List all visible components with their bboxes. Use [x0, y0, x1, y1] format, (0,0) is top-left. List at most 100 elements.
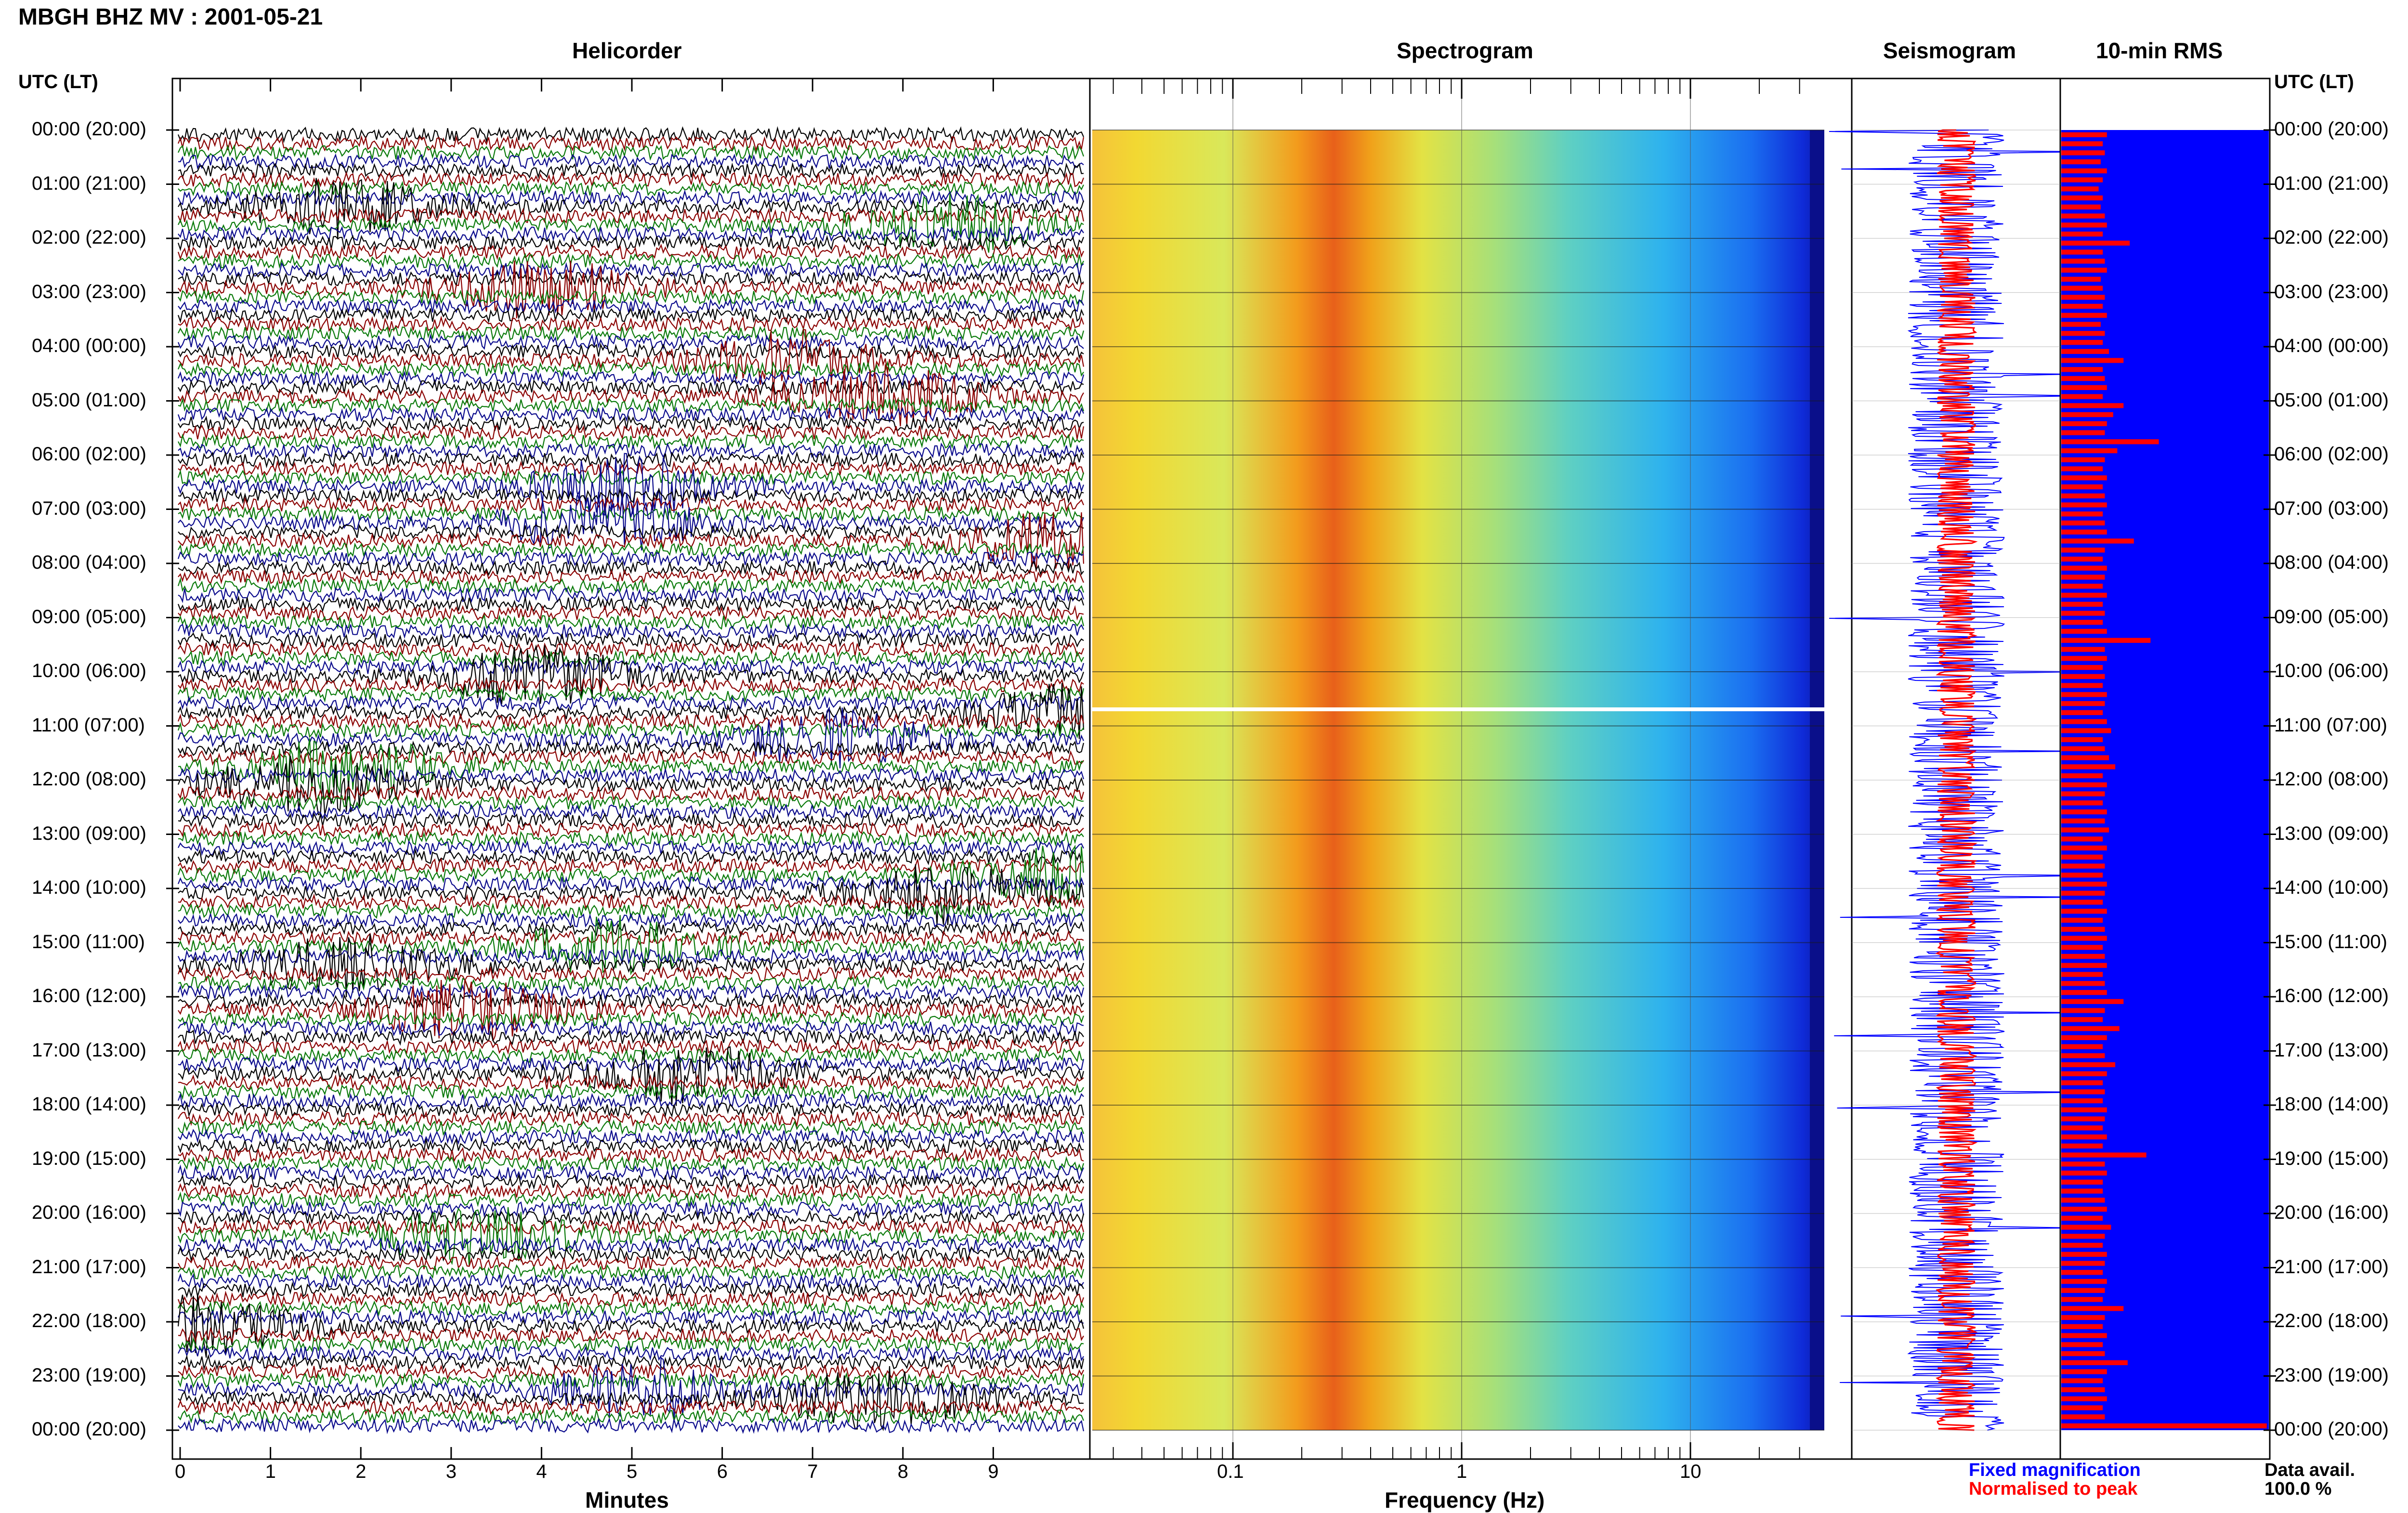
rms-bar [2061, 430, 2105, 435]
rms-bar [2061, 638, 2151, 643]
rms-bar [2061, 1270, 2103, 1275]
rms-bar [2061, 385, 2107, 390]
spectrogram-panel [1089, 78, 1853, 1460]
rms-bar [2061, 1017, 2103, 1022]
minute-tick-label: 9 [988, 1461, 999, 1482]
rms-bar [2061, 1179, 2103, 1185]
rms-bar [2061, 1414, 2105, 1420]
frequency-tick-label: 1 [1456, 1461, 1467, 1482]
rms-bar [2061, 926, 2105, 932]
rms-bar [2061, 1396, 2107, 1401]
rms-bar [2061, 656, 2107, 661]
rms-bar [2061, 1206, 2107, 1212]
time-label-left: 08:00 (04:00) [32, 552, 146, 573]
time-label-right: 07:00 (03:00) [2274, 497, 2389, 519]
rms-bar [2061, 845, 2107, 851]
rms-bar [2061, 1324, 2103, 1329]
minute-tick-label: 1 [265, 1461, 276, 1482]
rms-bar [2061, 331, 2105, 336]
rms-bar [2061, 972, 2103, 977]
minute-tick-label: 5 [627, 1461, 638, 1482]
rms-bar [2061, 1242, 2103, 1248]
rms-bar [2061, 1170, 2107, 1176]
plot-title: MBGH BHZ MV : 2001-05-21 [18, 4, 323, 30]
rms-bar [2061, 421, 2107, 426]
rms-bar [2061, 1342, 2103, 1347]
rms-bar [2061, 1306, 2124, 1311]
rms-bar [2061, 267, 2107, 273]
time-label-left: 02:00 (22:00) [32, 227, 146, 248]
rms-bar [2061, 1062, 2116, 1068]
time-label-left: 21:00 (17:00) [32, 1256, 146, 1278]
time-label-right: 10:00 (06:00) [2274, 660, 2389, 681]
rms-bar [2061, 1198, 2105, 1203]
rms-bar [2061, 1125, 2103, 1131]
time-label-right: 03:00 (23:00) [2274, 281, 2389, 302]
utc-label-right: UTC (LT) [2274, 71, 2354, 92]
rms-bar [2061, 782, 2107, 787]
rms-bar [2061, 881, 2107, 887]
rms-bar [2061, 863, 2105, 869]
time-label-right: 11:00 (07:00) [2274, 714, 2387, 736]
legend-fixed-magnification: Fixed magnification [1969, 1460, 2141, 1480]
rms-bar [2061, 358, 2124, 363]
rms-bar [2061, 548, 2105, 553]
rms-bar [2061, 493, 2105, 498]
rms-bar [2061, 231, 2103, 237]
rms-bar [2061, 836, 2103, 842]
time-label-right: 22:00 (18:00) [2274, 1310, 2389, 1331]
rms-bar [2061, 963, 2107, 968]
rms-bar [2061, 213, 2105, 219]
time-label-right: 13:00 (09:00) [2274, 822, 2389, 844]
rms-bar [2061, 286, 2103, 291]
time-label-right: 08:00 (04:00) [2274, 552, 2389, 573]
rms-bar [2061, 1234, 2105, 1239]
rms-bar [2061, 520, 2105, 526]
rms-bar [2061, 276, 2101, 282]
rms-bar [2061, 611, 2105, 616]
frequency-tick-label: 10 [1680, 1461, 1701, 1482]
minute-tick-label: 8 [897, 1461, 909, 1482]
rms-bar [2061, 439, 2159, 444]
rms-bar [2061, 719, 2107, 724]
rms-bar [2061, 1297, 2103, 1302]
rms-bar [2061, 1089, 2105, 1095]
rms-bar [2061, 349, 2109, 354]
time-label-right: 21:00 (17:00) [2274, 1256, 2389, 1278]
time-label-right: 20:00 (16:00) [2274, 1202, 2389, 1223]
seismic-daily-plot [166, 78, 2276, 1460]
rms-bar [2061, 665, 2103, 670]
time-label-right: 18:00 (14:00) [2274, 1094, 2389, 1115]
rms-bar [2061, 890, 2105, 896]
rms-bar [2061, 466, 2103, 471]
rms-bar [2061, 692, 2107, 697]
rms-bar [2061, 339, 2103, 345]
minute-tick-label: 7 [807, 1461, 818, 1482]
rms-bar [2061, 1098, 2103, 1104]
helicorder-panel [171, 78, 1091, 1460]
rms-bar [2061, 1225, 2111, 1230]
rms-bar [2061, 565, 2107, 571]
rms-bar [2061, 1134, 2107, 1140]
rms-bar [2061, 1107, 2107, 1112]
time-label-right: 23:00 (19:00) [2274, 1364, 2389, 1386]
rms-bar [2061, 701, 2105, 706]
rms-bar [2061, 1008, 2105, 1013]
rms-bar [2061, 1278, 2107, 1284]
rms-bar [2061, 1360, 2128, 1365]
rms-bar [2061, 168, 2107, 173]
rms-bar [2061, 1288, 2105, 1293]
time-label-left: 10:00 (06:00) [32, 660, 146, 681]
data-avail-label: Data avail. [2264, 1460, 2355, 1480]
minute-tick-label: 3 [445, 1461, 457, 1482]
rms-bar [2061, 818, 2105, 823]
rms-bar [2061, 322, 2101, 327]
minute-tick-label: 6 [717, 1461, 728, 1482]
rms-bar [2061, 773, 2103, 779]
rms-bar [2061, 313, 2107, 318]
minute-tick-label: 0 [175, 1461, 186, 1482]
rms-bar [2061, 1044, 2103, 1049]
rms-bar [2061, 1315, 2105, 1320]
rms-bar [2061, 647, 2105, 652]
rms-bar [2061, 1387, 2105, 1393]
